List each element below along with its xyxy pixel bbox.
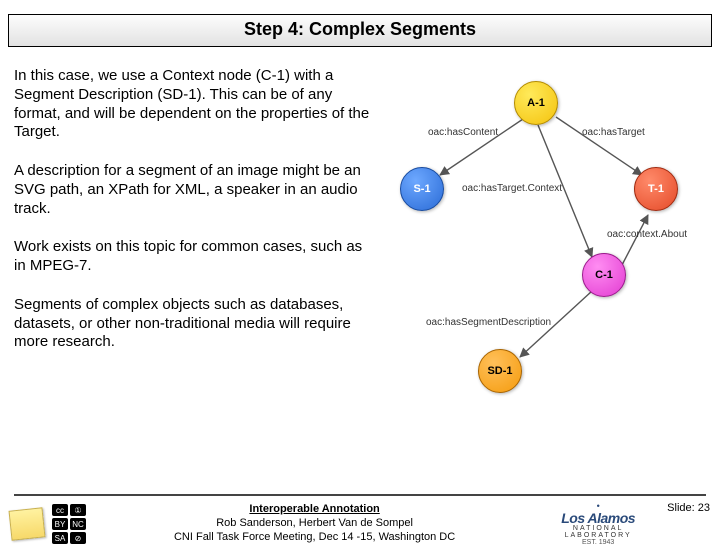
footer-authors: Rob Sanderson, Herbert Van de Sompel (216, 517, 413, 529)
title-bar: Step 4: Complex Segments (8, 14, 712, 47)
node-a1-label: A-1 (527, 97, 545, 109)
node-c1-label: C-1 (595, 269, 613, 281)
paragraph-1: In this case, we use a Context node (C-1… (14, 67, 374, 142)
footer-row: cc①BYNCSA⊘ Interoperable Annotation Rob … (10, 502, 710, 546)
paragraph-3: Work exists on this topic for common cas… (14, 238, 374, 276)
node-s1-label: S-1 (413, 183, 430, 195)
footer-title: Interoperable Annotation (249, 503, 379, 515)
lanl-lab: NATIONAL LABORATORY (543, 525, 653, 539)
node-sd1: SD-1 (478, 349, 522, 393)
content-row: In this case, we use a Context node (C-1… (0, 47, 720, 397)
paragraph-4: Segments of complex objects such as data… (14, 296, 374, 352)
footer-divider (14, 494, 706, 496)
paragraph-2: A description for a segment of an image … (14, 162, 374, 218)
slide-number: Slide: 23 (661, 502, 710, 514)
footer-text: Interoperable Annotation Rob Sanderson, … (94, 503, 535, 544)
slide-title: Step 4: Complex Segments (244, 19, 476, 39)
edge-context-about: oac:context.About (607, 229, 687, 240)
body-text: In this case, we use a Context node (C-1… (14, 67, 374, 397)
node-sd1-label: SD-1 (487, 365, 512, 377)
footer-venue: CNI Fall Task Force Meeting, Dec 14 -15,… (174, 531, 455, 543)
diagram: A-1 S-1 T-1 C-1 SD-1 oac:hasContent oac:… (384, 67, 708, 397)
sticky-note-icon (9, 507, 46, 540)
cc-license-icon: cc①BYNCSA⊘ (52, 504, 86, 544)
node-t1-label: T-1 (648, 183, 664, 195)
edge-has-segment-description: oac:hasSegmentDescription (426, 317, 551, 328)
lanl-est: EST. 1943 (543, 539, 653, 546)
node-a1: A-1 (514, 81, 558, 125)
lanl-name: Los Alamos (543, 511, 653, 525)
node-c1: C-1 (582, 253, 626, 297)
footer: cc①BYNCSA⊘ Interoperable Annotation Rob … (0, 494, 720, 546)
node-t1: T-1 (634, 167, 678, 211)
edge-has-content: oac:hasContent (428, 127, 498, 138)
node-s1: S-1 (400, 167, 444, 211)
edge-has-target: oac:hasTarget (582, 127, 645, 138)
edge-has-target-context: oac:hasTarget.Context (462, 183, 562, 194)
lanl-logo: • Los Alamos NATIONAL LABORATORY EST. 19… (543, 502, 653, 546)
